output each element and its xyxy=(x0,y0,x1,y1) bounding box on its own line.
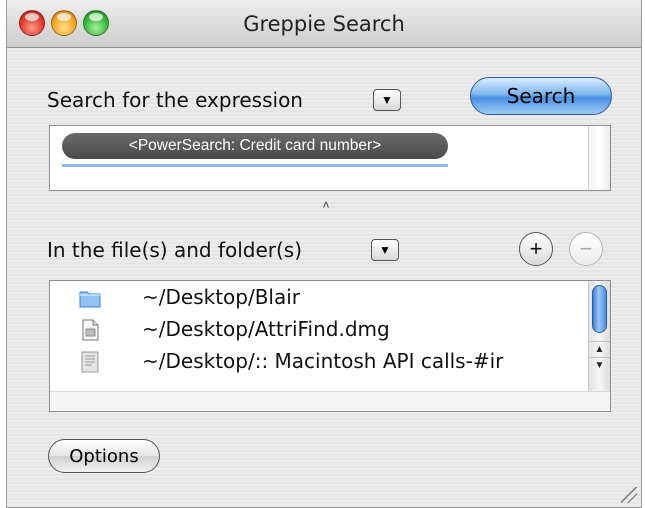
search-expression-field[interactable]: <PowerSearch: Credit card number> xyxy=(49,125,611,191)
file-path: ~/Desktop/Blair xyxy=(142,285,301,309)
file-path: ~/Desktop/:: Macintosh API calls-#ir xyxy=(142,349,504,373)
powersearch-token[interactable]: <PowerSearch: Credit card number> xyxy=(62,133,448,159)
triangle-down-icon: ▼ xyxy=(379,243,391,257)
title-bar[interactable]: Greppie Search xyxy=(7,0,641,48)
files-list-box[interactable]: ~/Desktop/Blair ~/Desktop/AttriFind.dmg … xyxy=(49,280,611,412)
search-expression-label: Search for the expression xyxy=(47,88,303,112)
greppie-search-window: Greppie Search Search for the expression… xyxy=(6,0,642,508)
triangle-down-icon: ▼ xyxy=(381,93,393,107)
remove-file-button[interactable]: − xyxy=(569,232,603,266)
plus-icon: + xyxy=(529,236,543,261)
resize-grip-icon[interactable] xyxy=(621,487,637,503)
document-icon xyxy=(81,351,99,373)
splitter-handle-icon[interactable]: ˄ xyxy=(321,199,331,211)
files-scrollbar[interactable]: ▲ ▼ xyxy=(588,281,610,391)
list-item[interactable]: ~/Desktop/AttriFind.dmg xyxy=(50,315,588,345)
disk-image-icon xyxy=(82,319,99,341)
search-button[interactable]: Search xyxy=(470,77,612,115)
files-list: ~/Desktop/Blair ~/Desktop/AttriFind.dmg … xyxy=(50,281,588,391)
files-folders-label: In the file(s) and folder(s) xyxy=(47,238,303,262)
options-button[interactable]: Options xyxy=(48,439,160,473)
file-path: ~/Desktop/AttriFind.dmg xyxy=(142,317,390,341)
add-file-button[interactable]: + xyxy=(519,232,553,266)
search-expression-popup-button[interactable]: ▼ xyxy=(373,89,401,111)
expression-scrollbar[interactable] xyxy=(588,126,610,190)
token-underline xyxy=(62,164,448,167)
folder-icon xyxy=(79,291,101,308)
files-folders-popup-button[interactable]: ▼ xyxy=(371,239,399,261)
scroll-up-arrow-icon[interactable]: ▲ xyxy=(589,341,610,357)
list-item[interactable]: ~/Desktop/:: Macintosh API calls-#ir xyxy=(50,347,588,377)
minus-icon: − xyxy=(579,236,593,261)
files-list-footer xyxy=(50,391,610,411)
window-title: Greppie Search xyxy=(243,12,405,36)
scroll-down-arrow-icon[interactable]: ▼ xyxy=(589,357,610,373)
list-item[interactable]: ~/Desktop/Blair xyxy=(50,283,588,313)
scroll-thumb[interactable] xyxy=(592,285,607,333)
